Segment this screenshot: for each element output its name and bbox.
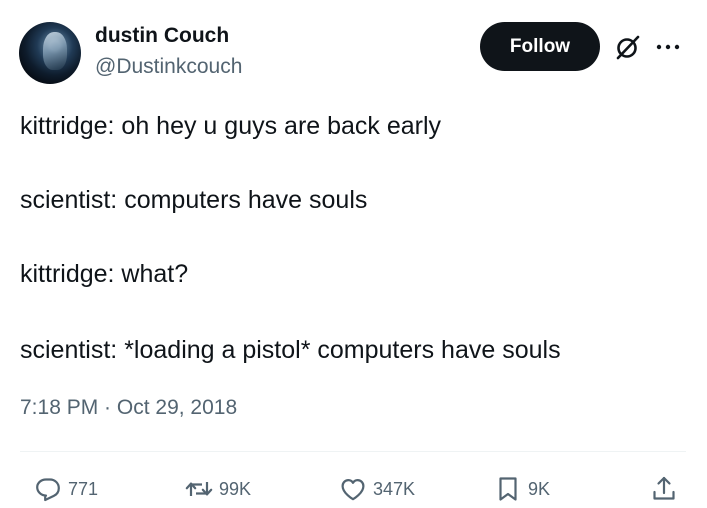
share-button[interactable] (650, 472, 678, 506)
reply-button[interactable]: 771 (34, 472, 98, 506)
like-icon (341, 479, 365, 501)
bookmark-button[interactable]: 9K (494, 472, 550, 506)
tweet-text-line: scientist: computers have souls (20, 186, 368, 214)
share-icon (653, 476, 675, 500)
timestamp-separator: · (98, 396, 117, 419)
tweet-time[interactable]: 7:18 PM (20, 396, 98, 419)
bookmark-count: 9K (528, 478, 551, 499)
tweet-text-line: scientist: *loading a pistol* computers … (20, 336, 561, 364)
more-horizontal-icon[interactable] (651, 35, 685, 59)
tweet-text-line: kittridge: what? (20, 260, 189, 288)
tweet-date[interactable]: Oct 29, 2018 (117, 396, 237, 419)
like-count: 347K (373, 478, 416, 499)
tweet-text-line: kittridge: oh hey u guys are back early (20, 112, 442, 140)
author-display-name[interactable]: dustin Couch (95, 24, 229, 48)
tweet-timestamp[interactable]: 7:18 PM · Oct 29, 2018 (20, 396, 237, 420)
circle-slash-icon[interactable] (614, 33, 642, 61)
repost-button[interactable]: 99K (185, 472, 251, 506)
author-handle[interactable]: @Dustinkcouch (95, 55, 242, 79)
like-button[interactable]: 347K (339, 472, 415, 506)
repost-icon (185, 482, 213, 496)
avatar[interactable] (19, 22, 81, 84)
divider (20, 451, 686, 452)
repost-count: 99K (219, 478, 252, 499)
follow-button[interactable]: Follow (480, 22, 600, 71)
reply-count: 771 (68, 478, 99, 499)
reply-icon (36, 478, 60, 502)
bookmark-icon (499, 477, 517, 501)
